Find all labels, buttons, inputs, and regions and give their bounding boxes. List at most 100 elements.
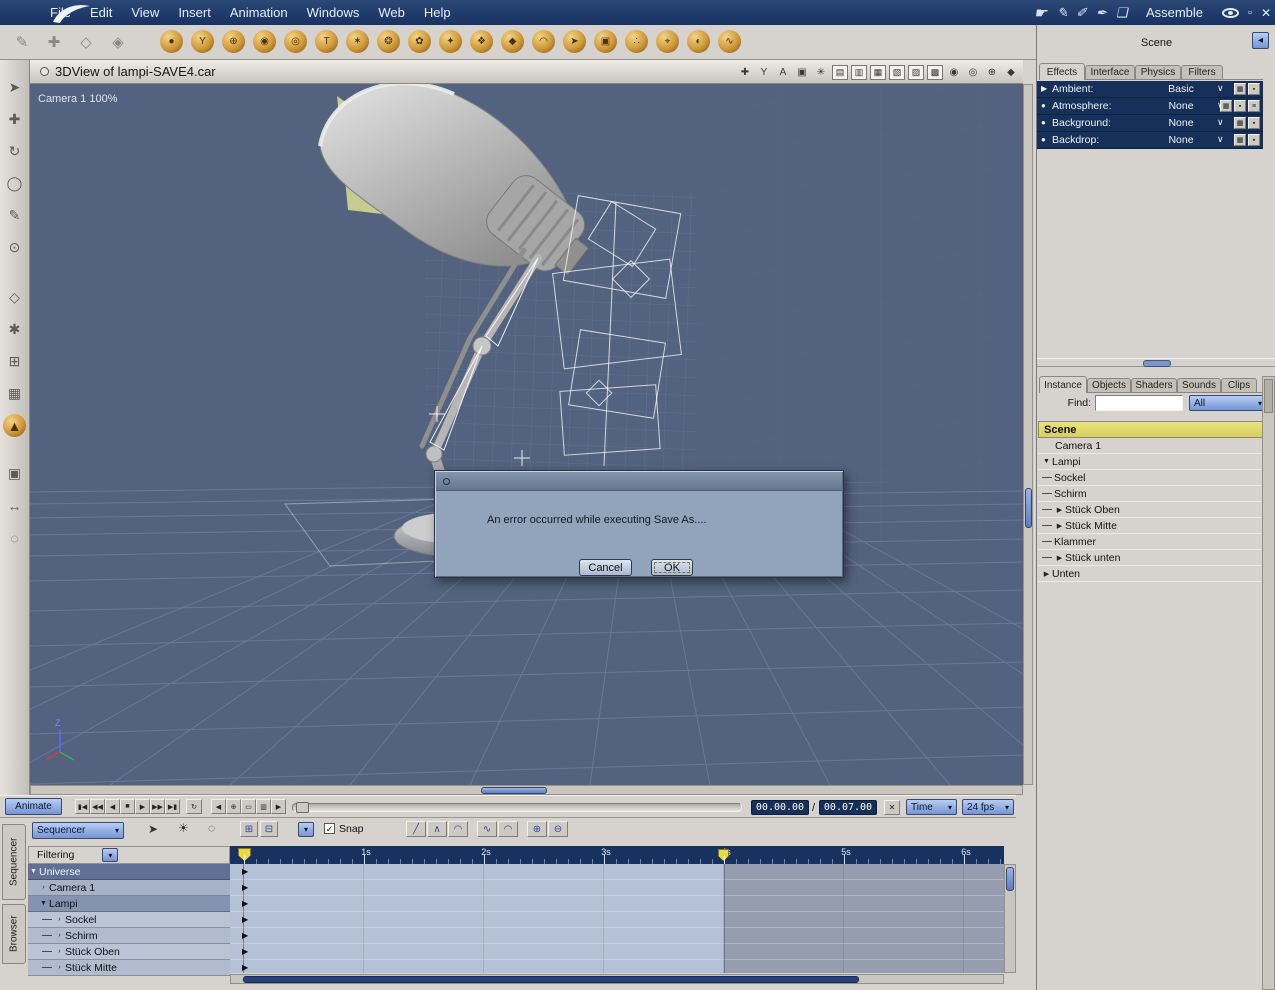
zoom-out-button[interactable]: ⊖ — [548, 821, 568, 837]
keyframe-marker[interactable]: ▶ — [242, 932, 248, 940]
bone-display-icon[interactable]: Y — [756, 65, 772, 80]
cube-view-icon[interactable]: ◆ — [1003, 65, 1019, 80]
scale-dropdown[interactable]: ▾ — [298, 822, 314, 837]
insert-shell-icon[interactable]: ❖ — [470, 30, 493, 53]
tree-item-lampi[interactable]: ▼ Lampi — [1038, 454, 1269, 470]
panel-scrollbar[interactable] — [1262, 376, 1275, 990]
property-menu-button[interactable]: ▦ — [1234, 83, 1246, 95]
find-input[interactable] — [1095, 395, 1183, 411]
property-row-ambient[interactable]: ▶ Ambient: Basic ∨ ▦ ▪ — [1037, 81, 1263, 98]
viewport-vscrollbar-thumb[interactable] — [1025, 488, 1032, 528]
chevron-down-icon[interactable]: ∨ — [1217, 83, 1224, 94]
property-edit-button[interactable]: ▪ — [1248, 117, 1260, 129]
insert-plant-icon[interactable]: ✿ — [408, 30, 431, 53]
render-preview-icon[interactable]: ☀ — [178, 821, 189, 835]
seq-item-stueck-mitte[interactable]: › Stück Mitte — [28, 960, 230, 976]
play-button[interactable]: ▶ — [135, 799, 150, 814]
tab-sequencer[interactable]: Sequencer — [2, 824, 26, 900]
expand-arrow-icon[interactable]: › — [54, 948, 65, 955]
timeline-body[interactable]: ▶ ▶ ▶ ▶ ▶ ▶ ▶ — [230, 864, 1004, 973]
menu-view[interactable]: View — [131, 5, 159, 20]
spray-tool[interactable]: ✱ — [3, 318, 26, 341]
camera-dolly-tool[interactable]: ▣ — [3, 462, 26, 485]
insert-particles-icon[interactable]: ✶ — [346, 30, 369, 53]
insert-camera-icon[interactable]: ▣ — [594, 30, 617, 53]
tree-item-unten[interactable]: ▶ Unten — [1038, 566, 1269, 582]
insert-arrow-icon[interactable]: ➤ — [563, 30, 586, 53]
tree-item-camera-1[interactable]: Camera 1 — [1038, 438, 1269, 454]
prev-keyframe-button[interactable]: ◀ — [211, 799, 226, 814]
stop-button[interactable]: ■ — [120, 799, 135, 814]
rewind-button[interactable]: ◀◀ — [90, 799, 105, 814]
move-tool[interactable]: ✚ — [3, 108, 26, 131]
expand-arrow-icon[interactable]: › — [38, 884, 49, 891]
sequencer-hscrollbar[interactable] — [230, 974, 1004, 984]
seq-item-stueck-oben[interactable]: › Stück Oben — [28, 944, 230, 960]
collapse-panel-button[interactable]: ◂ — [1252, 32, 1269, 49]
eyedropper-tool[interactable]: ✎ — [3, 204, 26, 227]
oscillate-tween-button[interactable]: ∿ — [477, 821, 497, 837]
property-edit-button[interactable]: ▪ — [1234, 100, 1246, 112]
expand-arrow-icon[interactable]: ▼ — [38, 900, 49, 907]
go-end-button[interactable]: ▶▮ — [165, 799, 180, 814]
gouraud-mode-icon[interactable]: ▧ — [889, 64, 905, 80]
expand-arrow-icon[interactable]: › — [54, 932, 65, 939]
snap-icon[interactable]: ✳ — [813, 65, 829, 80]
shape-tool-icon[interactable]: ◇ — [74, 30, 98, 54]
pan-tool[interactable]: ↔ — [3, 494, 26, 517]
preview-globe-icon[interactable]: ◎ — [965, 65, 981, 80]
property-edit-button[interactable]: ▪ — [1248, 83, 1260, 95]
expand-arrow-icon[interactable]: ▼ — [1041, 458, 1052, 465]
tree-item-stueck-oben[interactable]: ▶ Stück Oben — [1038, 502, 1269, 518]
viewport-hscrollbar[interactable] — [30, 785, 1023, 795]
tab-effects[interactable]: Effects — [1039, 63, 1085, 80]
delete-keyframe-button[interactable]: ▥ — [256, 799, 271, 814]
next-keyframe-button[interactable]: ▶ — [271, 799, 286, 814]
filtering-dropdown[interactable]: ▾ — [102, 848, 119, 862]
seq-item-schirm[interactable]: › Schirm — [28, 928, 230, 944]
panel-splitter[interactable] — [1037, 358, 1275, 367]
expand-arrow-icon[interactable]: ▼ — [28, 868, 39, 875]
clear-time-button[interactable]: ✕ — [884, 800, 900, 815]
menu-help[interactable]: Help — [424, 5, 451, 20]
keyframe-marker[interactable]: ▶ — [242, 948, 248, 956]
property-row-backdrop[interactable]: ● Backdrop: None ∨ ▦ ▪ — [1037, 132, 1263, 149]
tablet-mode-icon[interactable]: ❏ — [1116, 5, 1131, 21]
expand-arrow-icon[interactable]: ▶ — [1041, 570, 1052, 578]
viewport-hscrollbar-thumb[interactable] — [481, 787, 547, 794]
preview-sphere-icon[interactable]: ◉ — [946, 65, 962, 80]
tree-item-klammer[interactable]: Klammer — [1038, 534, 1269, 550]
loop-button[interactable]: ↻ — [186, 799, 202, 814]
expand-arrow-icon[interactable]: ▶ — [1054, 506, 1065, 514]
orbit-view-icon[interactable]: ⊕ — [984, 65, 1000, 80]
add-keyframe-button[interactable]: ⊕ — [226, 799, 241, 814]
dialog-close-widget[interactable] — [443, 478, 450, 485]
property-menu-button[interactable]: ▦ — [1220, 100, 1232, 112]
tab-objects[interactable]: Objects — [1087, 378, 1131, 392]
insert-target-icon[interactable]: ⌖ — [656, 30, 679, 53]
annotation-icon[interactable]: A — [775, 65, 791, 80]
hand-tool-icon[interactable]: ✚ — [42, 30, 66, 54]
property-menu-button[interactable]: ▦ — [1234, 134, 1246, 146]
viewport-menu-dot-icon[interactable] — [40, 67, 49, 76]
zoom-tool[interactable]: ◌ — [3, 526, 26, 549]
menu-insert[interactable]: Insert — [178, 5, 211, 20]
filter-dropdown[interactable]: All ▾ — [1189, 395, 1267, 411]
sequencer-hscrollbar-thumb[interactable] — [243, 976, 859, 983]
tree-item-schirm[interactable]: Schirm — [1038, 486, 1269, 502]
menu-web[interactable]: Web — [378, 5, 405, 20]
pose-icon[interactable]: ✚ — [737, 65, 753, 80]
menu-edit[interactable]: Edit — [90, 5, 112, 20]
current-time-marker[interactable] — [238, 848, 251, 861]
fast-forward-button[interactable]: ▶▶ — [150, 799, 165, 814]
mesh-tool[interactable]: ▦ — [3, 382, 26, 405]
insert-light-icon[interactable]: ◐ — [687, 30, 710, 53]
step-back-button[interactable]: ◀ — [105, 799, 120, 814]
knife-tool-icon[interactable]: ✎ — [10, 30, 34, 54]
sequencer-vscrollbar[interactable] — [1004, 864, 1016, 973]
pen-mode-icon[interactable]: ✎ — [1056, 5, 1070, 21]
rotate-tool[interactable]: ↻ — [3, 140, 26, 163]
sequencer-dropdown[interactable]: Sequencer ▾ — [32, 822, 124, 839]
insert-spline-object-icon[interactable]: ⊕ — [222, 30, 245, 53]
end-time-field[interactable]: 00.07.00 — [819, 800, 877, 815]
